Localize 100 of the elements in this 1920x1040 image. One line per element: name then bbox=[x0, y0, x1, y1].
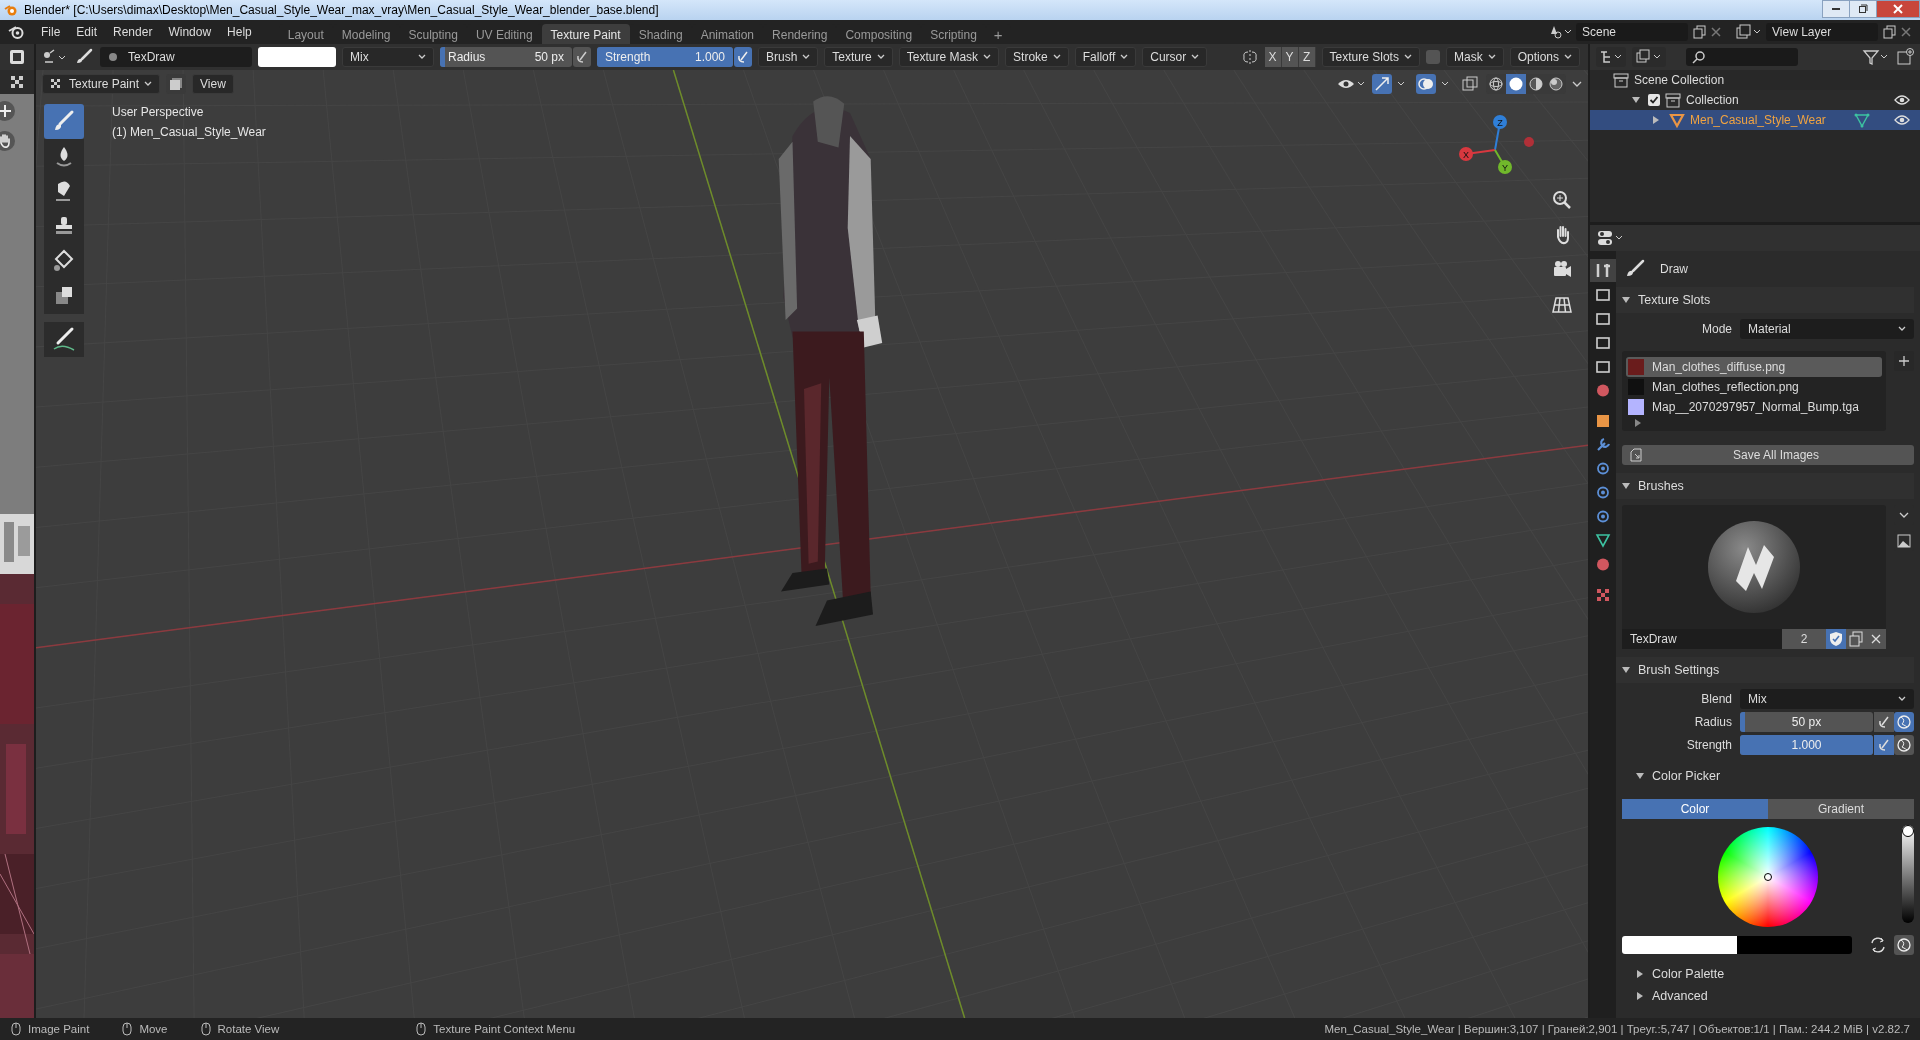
mode-dropdown[interactable]: Texture Paint bbox=[42, 74, 161, 94]
radius-slider[interactable]: Radius 50 px bbox=[440, 47, 572, 67]
menu-item[interactable]: File bbox=[34, 22, 68, 42]
disclosure-triangle-icon[interactable] bbox=[1636, 773, 1644, 779]
subpanel-header[interactable]: Color Picker bbox=[1616, 763, 1914, 789]
options-dropdown[interactable]: Options bbox=[1509, 47, 1580, 67]
panel-header[interactable]: Brush Settings bbox=[1616, 657, 1914, 683]
minimize-button[interactable] bbox=[1822, 0, 1850, 18]
brush-color-swatch[interactable] bbox=[258, 47, 336, 67]
blender-logo-icon[interactable] bbox=[8, 24, 24, 40]
strength-slider[interactable]: Strength 1.000 bbox=[597, 47, 733, 67]
texture-slot-item[interactable]: Map__2070297957_Normal_Bump.tga bbox=[1626, 397, 1882, 417]
disclosure-triangle-icon[interactable] bbox=[1632, 97, 1640, 103]
header-menu[interactable]: Cursor bbox=[1142, 47, 1208, 67]
scene-icon[interactable] bbox=[1550, 24, 1572, 40]
view-menu[interactable]: View bbox=[192, 74, 234, 94]
user-count[interactable]: 2 bbox=[1782, 629, 1826, 649]
checker-icon[interactable] bbox=[9, 74, 25, 90]
mesh-data-icon[interactable] bbox=[1853, 112, 1870, 128]
outliner-row[interactable]: Men_Casual_Style_Wear bbox=[1590, 110, 1920, 130]
mode-dropdown[interactable]: Material bbox=[1740, 319, 1914, 339]
color-mode-tab[interactable]: Color bbox=[1622, 799, 1768, 819]
save-all-images-button[interactable]: Save All Images bbox=[1622, 445, 1914, 465]
maximize-button[interactable] bbox=[1849, 0, 1877, 18]
image-icon[interactable] bbox=[1894, 531, 1914, 551]
view-layer-field[interactable]: View Layer bbox=[1766, 23, 1878, 41]
texture-slot-item[interactable]: Man_clothes_reflection.png bbox=[1626, 377, 1882, 397]
menu-item[interactable]: Help bbox=[220, 22, 259, 42]
color-swatch[interactable] bbox=[1622, 936, 1737, 954]
scene-field[interactable]: Scene bbox=[1576, 23, 1688, 41]
disclosure-triangle-icon[interactable] bbox=[1622, 297, 1630, 303]
disclosure-triangle-icon[interactable] bbox=[1637, 970, 1643, 978]
strength-slider[interactable]: 1.000 bbox=[1740, 735, 1873, 755]
outliner-row[interactable]: Scene Collection bbox=[1590, 70, 1920, 90]
menu-item[interactable]: Render bbox=[106, 22, 160, 42]
rendered-shading-icon[interactable] bbox=[1546, 74, 1566, 94]
close-icon[interactable] bbox=[1710, 26, 1722, 38]
disclosure-triangle-icon[interactable] bbox=[1622, 483, 1630, 489]
subpanel-header[interactable]: Advanced bbox=[1616, 985, 1914, 1007]
subpanel-header[interactable]: Color Palette bbox=[1616, 963, 1914, 985]
shield-icon[interactable] bbox=[1826, 629, 1846, 649]
brush-name-field[interactable]: TexDraw bbox=[1622, 629, 1782, 649]
view-layer-icon[interactable] bbox=[1736, 24, 1762, 40]
disclosure-triangle-icon[interactable] bbox=[1637, 992, 1643, 1000]
globe-icon[interactable] bbox=[1894, 712, 1914, 732]
brush-name-field[interactable]: TexDraw bbox=[100, 47, 252, 67]
header-menu[interactable]: Falloff bbox=[1074, 47, 1137, 67]
annotate-tool-icon[interactable] bbox=[44, 322, 84, 357]
texture-slots-dropdown[interactable]: Texture Slots bbox=[1321, 47, 1420, 67]
pen-pressure-icon[interactable] bbox=[1874, 712, 1894, 732]
globe-icon[interactable] bbox=[1894, 735, 1914, 755]
solid-shading-icon[interactable] bbox=[1506, 74, 1526, 94]
pen-pressure-icon[interactable] bbox=[1874, 735, 1894, 755]
eye-icon[interactable] bbox=[1894, 94, 1910, 106]
color-swatch[interactable] bbox=[1737, 936, 1852, 954]
header-menu[interactable]: Texture bbox=[824, 47, 893, 67]
slider-handle[interactable] bbox=[1902, 825, 1914, 837]
disclosure-triangle-icon[interactable] bbox=[1622, 667, 1630, 673]
color-mode-tab[interactable]: Gradient bbox=[1768, 799, 1914, 819]
draw-tool-icon[interactable] bbox=[44, 104, 84, 139]
pen-pressure-icon[interactable] bbox=[734, 47, 752, 67]
caret-icon[interactable] bbox=[1572, 80, 1582, 88]
close-button[interactable] bbox=[1876, 0, 1920, 18]
brush-preview-panel[interactable] bbox=[1622, 505, 1886, 629]
blend-dropdown[interactable]: Mix bbox=[1740, 689, 1914, 709]
new-collection-icon[interactable] bbox=[1896, 48, 1914, 66]
tool-settings-icon[interactable] bbox=[42, 48, 68, 66]
image-editor-icon[interactable] bbox=[8, 48, 26, 66]
brush-icon[interactable] bbox=[74, 48, 94, 66]
search-field[interactable] bbox=[1686, 48, 1798, 66]
value-slider[interactable] bbox=[1902, 825, 1914, 923]
header-menu[interactable]: Texture Mask bbox=[898, 47, 1000, 67]
menu-item[interactable]: Window bbox=[161, 22, 219, 42]
xray-icon[interactable] bbox=[1460, 74, 1480, 94]
mask-tool-icon[interactable] bbox=[44, 279, 84, 314]
pen-pressure-icon[interactable] bbox=[573, 47, 591, 67]
zoom-icon[interactable] bbox=[0, 100, 16, 122]
eye-icon[interactable] bbox=[1894, 114, 1910, 126]
swap-icon[interactable] bbox=[1868, 935, 1888, 955]
checkbox[interactable] bbox=[1648, 94, 1660, 106]
mask-dropdown[interactable]: Mask bbox=[1445, 47, 1504, 67]
header-menu[interactable]: Brush bbox=[758, 47, 819, 67]
close-icon[interactable] bbox=[1866, 629, 1886, 649]
wireframe-shading-icon[interactable] bbox=[1486, 74, 1506, 94]
close-icon[interactable] bbox=[1900, 26, 1912, 38]
menu-item[interactable]: Edit bbox=[69, 22, 105, 42]
workspace-tab[interactable]: Texture Paint bbox=[541, 24, 630, 44]
globe-icon[interactable] bbox=[1894, 935, 1914, 955]
radius-slider[interactable]: 50 px bbox=[1740, 712, 1873, 732]
duplicate-icon[interactable] bbox=[1846, 629, 1866, 649]
disclosure-triangle-icon[interactable] bbox=[1653, 116, 1659, 124]
new-scene-icon[interactable] bbox=[1692, 24, 1708, 40]
soften-tool-icon[interactable] bbox=[44, 139, 84, 174]
header-menu[interactable]: Stroke bbox=[1005, 47, 1069, 67]
texture-slot-item[interactable]: Man_clothes_diffuse.png bbox=[1626, 357, 1882, 377]
hand-icon[interactable] bbox=[0, 130, 16, 152]
navigation-gizmo[interactable]: Z X Y bbox=[1450, 112, 1540, 182]
tool-tab-icon[interactable] bbox=[1590, 259, 1616, 282]
filter-icon[interactable] bbox=[1862, 48, 1890, 66]
mask-checkbox[interactable] bbox=[1425, 50, 1440, 64]
